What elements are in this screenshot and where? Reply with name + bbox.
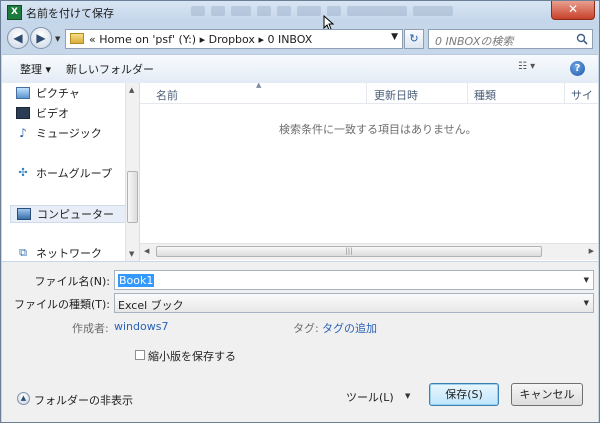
sidebar-item-video[interactable]: ビデオ (16, 105, 69, 123)
search-placeholder: 0 INBOXの検索 (435, 35, 514, 48)
homegroup-icon: ✣ (18, 166, 28, 179)
scroll-up-icon[interactable]: ▲ (129, 86, 134, 94)
video-icon (16, 107, 30, 119)
excel-icon: X (7, 5, 22, 20)
scroll-thumb[interactable] (127, 171, 138, 223)
filetype-value: Excel ブック (118, 299, 184, 312)
column-size[interactable]: サイ (571, 87, 593, 103)
column-type[interactable]: 種類 (474, 87, 496, 103)
column-header-row: ▲ 名前 更新日時 種類 サイ (140, 81, 598, 104)
address-bar[interactable]: « Home on 'psf' (Y:) ▸ Dropbox ▸ 0 INBOX… (65, 29, 403, 49)
filename-value[interactable]: Book1 (118, 274, 155, 287)
folder-icon (70, 33, 84, 44)
tags-label: タグ: (293, 322, 319, 335)
sidebar-item-network[interactable]: ⧉ ネットワーク (16, 245, 102, 263)
scroll-right-icon[interactable]: ▶ (589, 247, 594, 255)
background-toolbar-ghost (191, 6, 481, 18)
network-icon: ⧉ (19, 246, 27, 259)
help-icon[interactable]: ? (570, 61, 585, 76)
file-list-scrollbar[interactable]: ◀ ||| ▶ (140, 243, 598, 260)
scroll-thumb[interactable]: ||| (156, 246, 542, 257)
filetype-select[interactable]: Excel ブック ▼ (114, 293, 594, 313)
filename-field[interactable]: Book1 ▼ (114, 270, 594, 290)
empty-results-message: 検索条件に一致する項目はありません。 (279, 123, 477, 136)
save-as-dialog: X 名前を付けて保存 ✕ ◀ ▶ ▼ « Home on 'psf' (Y:) … (0, 0, 600, 423)
new-folder-button[interactable]: 新しいフォルダー (66, 61, 154, 77)
chevron-down-icon[interactable]: ▼ (584, 299, 589, 307)
column-divider[interactable] (366, 83, 367, 103)
filename-label: ファイル名(N): (34, 275, 110, 288)
forward-button[interactable]: ▶ (30, 27, 52, 49)
tags-value[interactable]: タグの追加 (322, 320, 377, 336)
command-bar: 整理 ▾ 新しいフォルダー ☷ ▾ ? (2, 54, 598, 84)
author-label: 作成者: (72, 322, 109, 335)
nav-pane-scrollbar[interactable]: ▲ ▼ (125, 83, 139, 261)
change-view-button[interactable]: ☷ ▾ (518, 61, 548, 75)
organize-button[interactable]: 整理 ▾ (20, 61, 51, 77)
music-icon: ♪ (19, 126, 27, 140)
sidebar-item-computer[interactable]: コンピューター (10, 205, 128, 223)
cancel-button[interactable]: キャンセル (511, 383, 583, 406)
sort-arrow-icon: ▲ (256, 81, 262, 89)
column-name[interactable]: 名前 (156, 87, 178, 103)
computer-icon (17, 208, 31, 220)
collapse-up-icon[interactable]: ▲ (17, 392, 30, 405)
search-icon[interactable] (576, 33, 588, 45)
column-modified[interactable]: 更新日時 (374, 87, 418, 103)
address-row: ◀ ▶ ▼ « Home on 'psf' (Y:) ▸ Dropbox ▸ 0… (1, 23, 599, 53)
dialog-footer: ▲ フォルダーの非表示 ツール(L) ▼ 保存(S) キャンセル (2, 372, 598, 422)
author-value[interactable]: windows7 (114, 320, 168, 333)
column-divider[interactable] (467, 83, 468, 103)
sidebar-item-pictures[interactable]: ピクチャ (16, 85, 80, 103)
scroll-left-icon[interactable]: ◀ (144, 247, 149, 255)
sidebar-item-homegroup[interactable]: ✣ ホームグループ (16, 165, 112, 183)
search-input[interactable]: 0 INBOXの検索 (428, 29, 593, 49)
address-dropdown-icon[interactable]: ▼ (391, 32, 398, 42)
tools-button[interactable]: ツール(L) (346, 389, 394, 405)
back-button[interactable]: ◀ (7, 27, 29, 49)
refresh-button[interactable]: ↻ (404, 29, 424, 49)
chevron-down-icon[interactable]: ▼ (584, 276, 589, 284)
pictures-icon (16, 87, 30, 99)
close-button[interactable]: ✕ (551, 1, 595, 20)
sidebar-item-music[interactable]: ♪ ミュージック (16, 125, 102, 143)
column-divider[interactable] (564, 83, 565, 103)
navigation-pane: ピクチャ ビデオ ♪ ミュージック ✣ ホームグループ コンピューター ⧉ ネットワー… (2, 83, 140, 261)
address-path[interactable]: « Home on 'psf' (Y:) ▸ Dropbox ▸ 0 INBOX (89, 33, 312, 46)
hide-folders-button[interactable]: フォルダーの非表示 (34, 392, 133, 408)
recent-locations-dropdown[interactable]: ▼ (55, 35, 60, 43)
scroll-down-icon[interactable]: ▼ (129, 250, 134, 258)
file-list: ▲ 名前 更新日時 種類 サイ 検索条件に一致する項目はありません。 ◀ |||… (140, 81, 598, 261)
thumbnail-checkbox[interactable] (135, 350, 145, 360)
filetype-label: ファイルの種類(T): (13, 298, 110, 311)
thumbnail-label[interactable]: 縮小版を保存する (148, 348, 236, 364)
save-form: ファイル名(N): Book1 ▼ ファイルの種類(T): Excel ブック … (2, 262, 598, 372)
title-bar: X 名前を付けて保存 ✕ (1, 1, 599, 31)
save-button[interactable]: 保存(S) (429, 383, 499, 406)
chevron-down-icon[interactable]: ▼ (405, 392, 410, 400)
window-title: 名前を付けて保存 (26, 7, 114, 20)
